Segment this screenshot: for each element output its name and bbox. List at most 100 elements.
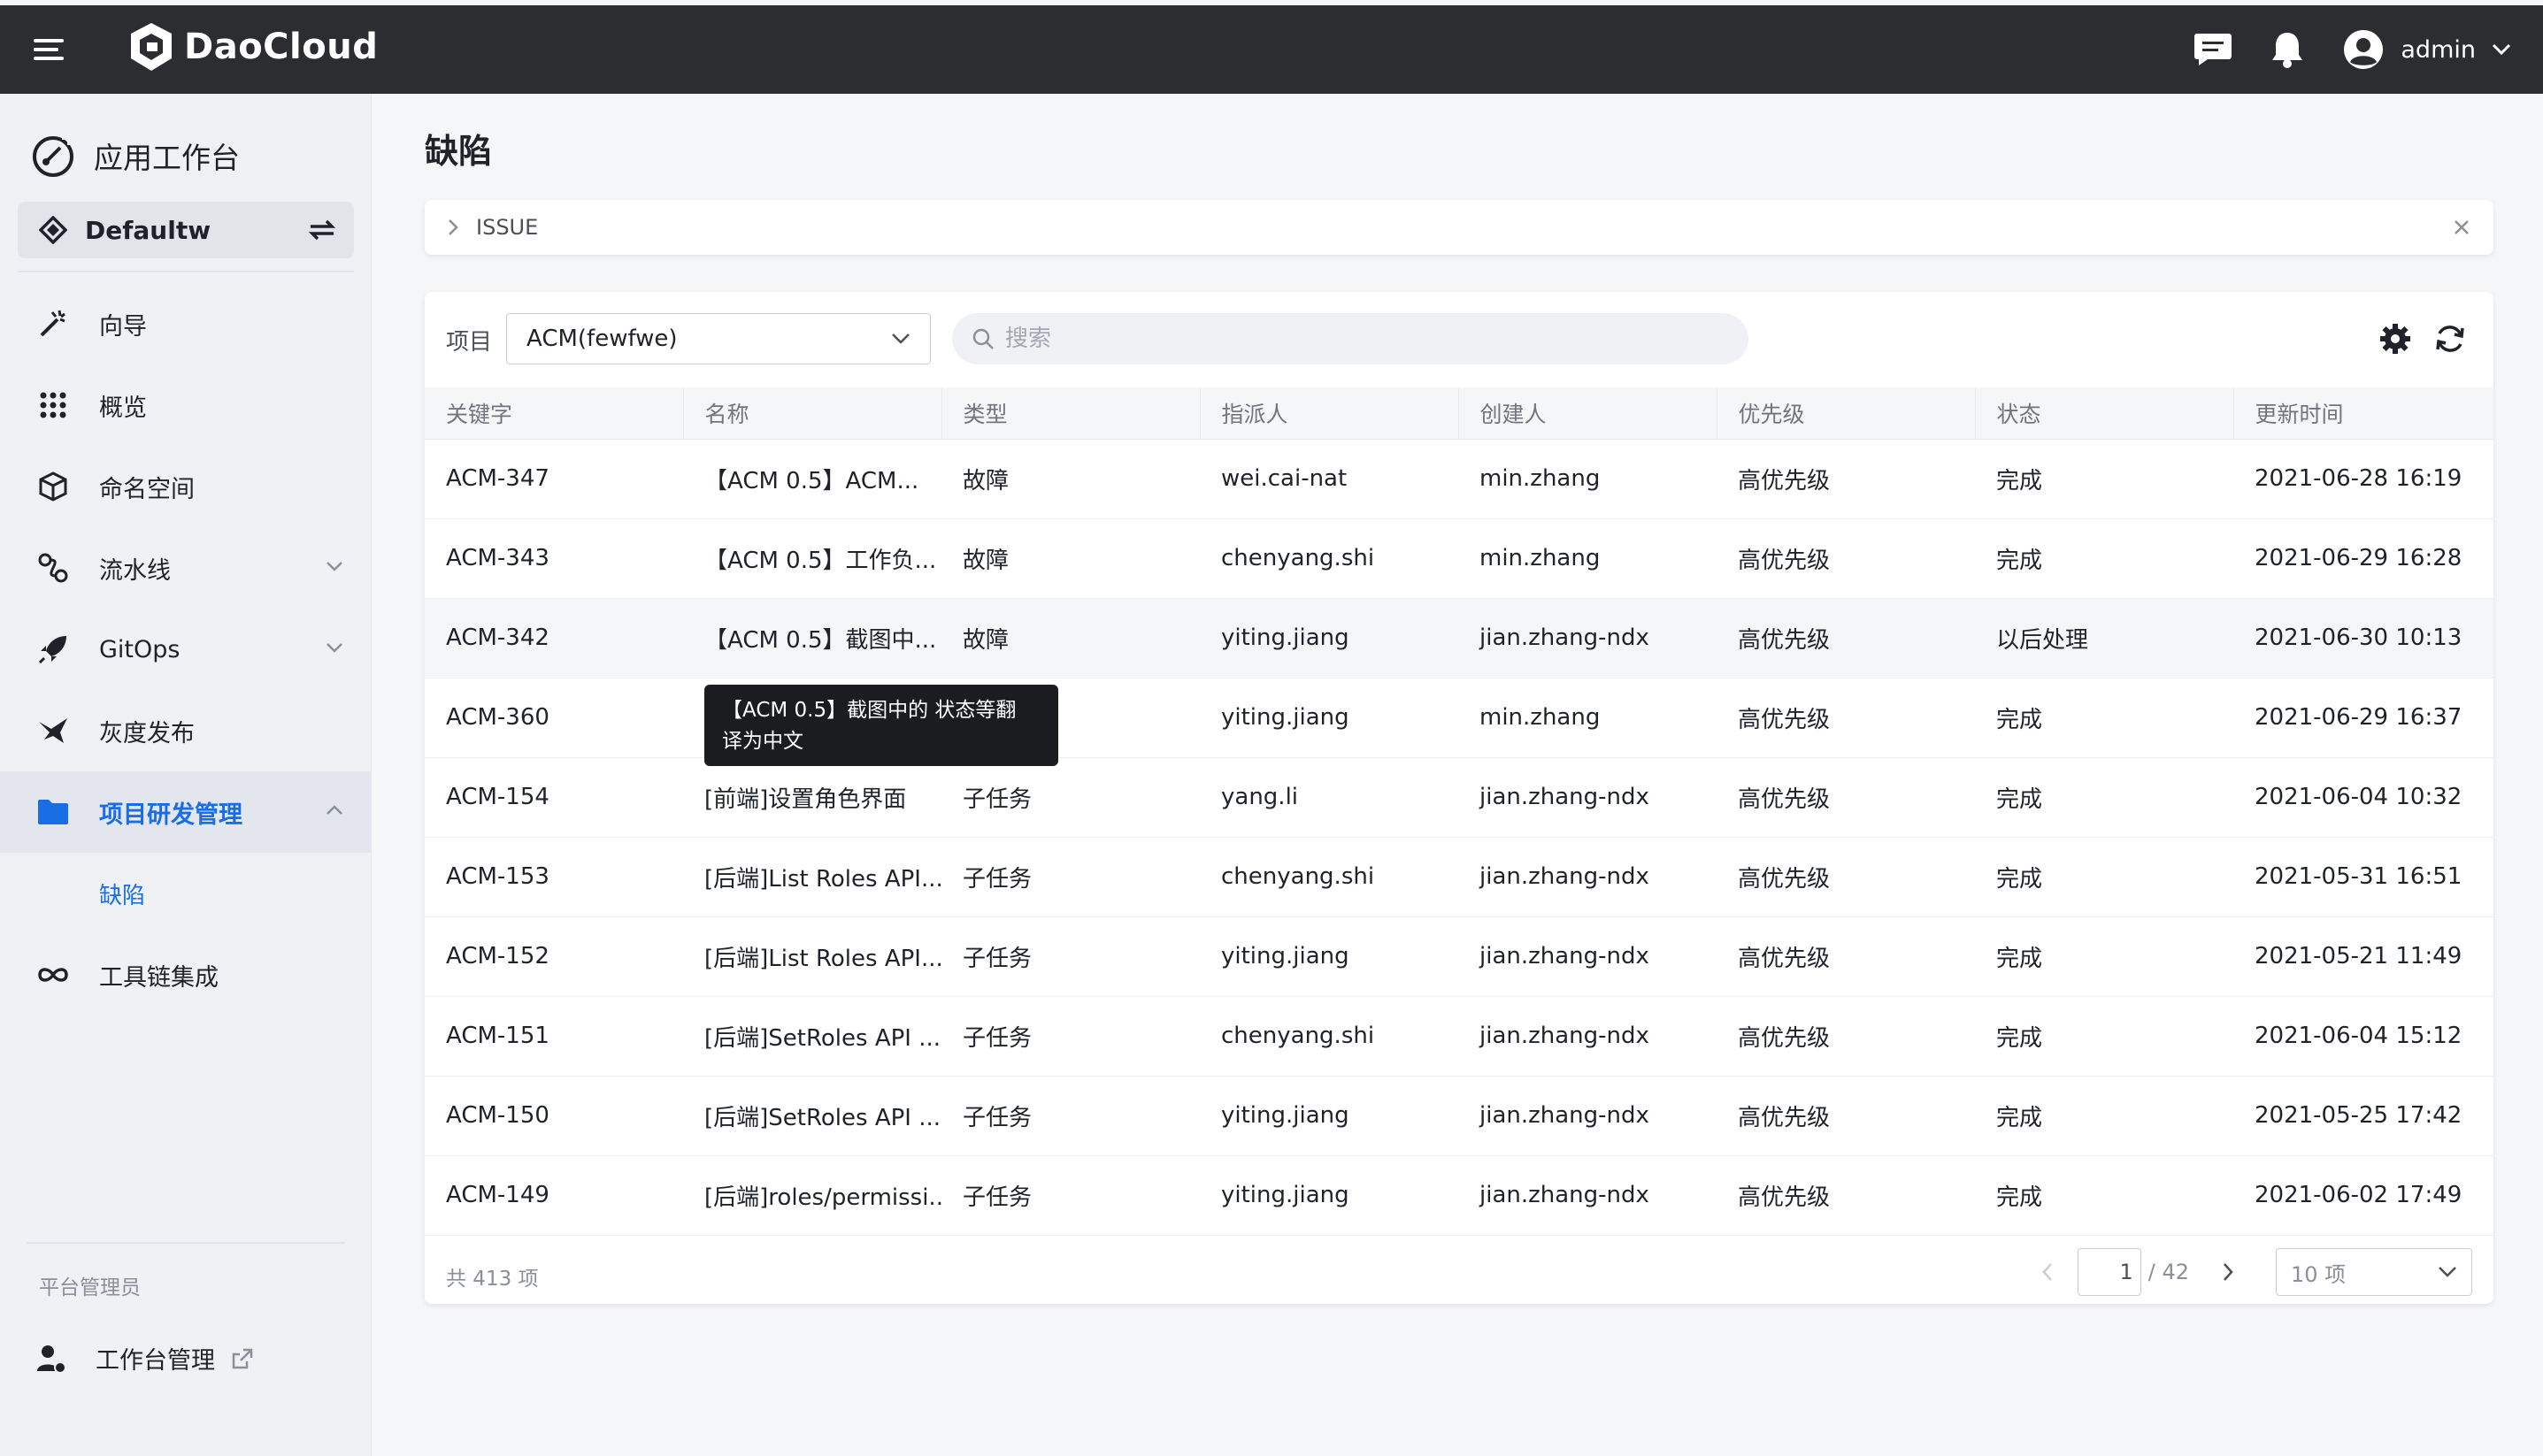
page-size-value: 10 项 xyxy=(2291,1261,2347,1287)
column-header[interactable]: 指派人 xyxy=(1200,387,1459,440)
table-cell: 2021-06-04 10:32 xyxy=(2233,757,2493,838)
table-cell[interactable]: [后端]roles/permissi... xyxy=(683,1155,941,1236)
close-icon[interactable] xyxy=(2453,218,2470,236)
table-cell: chenyang.shi xyxy=(1200,837,1458,917)
column-header[interactable]: 名称 xyxy=(683,387,942,440)
search-icon xyxy=(972,328,994,349)
table-cell: 完成 xyxy=(1975,439,2233,519)
table-cell[interactable]: 【ACM 0.5】截图中... xyxy=(683,598,941,678)
table-cell: 完成 xyxy=(1975,518,2233,599)
column-header[interactable]: 状态 xyxy=(1975,387,2234,440)
chevron-down-icon xyxy=(2492,43,2511,56)
column-header[interactable]: 更新时间 xyxy=(2233,387,2493,440)
workspace-selector[interactable]: Defaultw xyxy=(18,202,354,258)
sidebar-item-canary[interactable]: 灰度发布 xyxy=(0,690,372,771)
table-row[interactable]: ACM-154 [前端]设置角色界面 子任务 yang.li jian.zhang-nd… xyxy=(425,757,2493,838)
table-row[interactable]: ACM-343 【ACM 0.5】工作负... 故障 chenyang.shi min.… xyxy=(425,518,2493,599)
table-cell: 子任务 xyxy=(941,1155,1200,1236)
table-cell: 子任务 xyxy=(941,757,1200,838)
table-cell[interactable]: 【ACM 0.5】工作负... xyxy=(683,518,941,599)
menu-toggle-icon[interactable] xyxy=(34,37,69,62)
sidebar-item-gitops[interactable]: GitOps xyxy=(0,609,372,690)
table-cell: jian.zhang-ndx xyxy=(1458,837,1717,917)
search-box[interactable] xyxy=(952,313,1748,364)
table-cell: ACM-360 xyxy=(425,678,683,758)
table-cell[interactable]: [后端]SetRoles API ... xyxy=(683,1076,941,1156)
table-row[interactable]: ACM-152 [后端]List Roles API... 子任务 yiting.ji… xyxy=(425,916,2493,997)
sidebar-nav: 向导 概览 命名空间 流水线 GitOps 灰度发布 项目研发管理 缺陷 工具链… xyxy=(0,283,372,1015)
workbench-icon xyxy=(33,133,74,177)
table-row[interactable]: ACM-342 【ACM 0.5】截图中... 故障 yiting.jiang jian… xyxy=(425,598,2493,678)
external-link-icon xyxy=(232,1348,253,1368)
issue-table: 关键字 名称 类型 指派人 创建人 优先级 状态 更新时间 ACM-347 【AC… xyxy=(425,387,2493,1236)
table-cell: 子任务 xyxy=(941,996,1200,1077)
table-row[interactable]: ACM-151 [后端]SetRoles API ... 子任务 chenyang.s… xyxy=(425,996,2493,1077)
refresh-icon[interactable] xyxy=(2433,322,2467,359)
table-row[interactable]: ACM-153 [后端]List Roles API... 子任务 chenyang.… xyxy=(425,837,2493,917)
table-cell: 高优先级 xyxy=(1717,837,1975,917)
table-cell: ACM-153 xyxy=(425,837,683,917)
column-header[interactable]: 关键字 xyxy=(425,387,684,440)
logo-text: DaoCloud xyxy=(184,27,379,67)
chevron-down-icon xyxy=(327,562,342,571)
table-cell[interactable]: [前端]设置角色界面 xyxy=(683,757,941,838)
sidebar-item-namespace[interactable]: 命名空间 xyxy=(0,446,372,527)
search-input[interactable] xyxy=(1005,326,1713,352)
grid-icon xyxy=(35,387,71,423)
table-cell[interactable]: [后端]List Roles API... xyxy=(683,837,941,917)
table-cell: ACM-150 xyxy=(425,1076,683,1156)
switch-icon[interactable] xyxy=(308,218,336,242)
next-page-button[interactable] xyxy=(2207,1247,2249,1297)
page-size-select[interactable]: 10 项 xyxy=(2276,1248,2472,1296)
chevron-right-icon[interactable] xyxy=(448,218,458,236)
column-header[interactable]: 类型 xyxy=(941,387,1201,440)
project-select[interactable]: ACM(fewfwe) xyxy=(506,313,931,364)
table-cell: jian.zhang-ndx xyxy=(1458,598,1717,678)
sidebar-item-defects[interactable]: 缺陷 xyxy=(0,853,372,934)
rocket-icon xyxy=(35,632,71,667)
sidebar-item-overview[interactable]: 概览 xyxy=(0,364,372,446)
table-cell: 2021-05-21 11:49 xyxy=(2233,916,2493,997)
avatar-icon xyxy=(2344,30,2384,69)
table-cell[interactable]: [后端]SetRoles API ... xyxy=(683,996,941,1077)
sidebar-title[interactable]: 应用工作台 xyxy=(30,133,240,179)
table-cell: ACM-347 xyxy=(425,439,683,519)
breadcrumb: ISSUE xyxy=(425,200,2493,255)
page-number-input[interactable] xyxy=(2077,1248,2141,1296)
table-cell: 故障 xyxy=(941,598,1200,678)
table-cell: 2021-06-29 16:37 xyxy=(2233,678,2493,758)
sidebar-item-label: 工作台管理 xyxy=(96,1347,215,1375)
table-cell: 故障 xyxy=(941,518,1200,599)
sidebar-item-project-management[interactable]: 项目研发管理 xyxy=(0,771,372,853)
user-menu[interactable]: admin xyxy=(2342,28,2511,71)
sidebar-item-label: 概览 xyxy=(99,394,147,422)
table-row[interactable]: ACM-347 【ACM 0.5】ACM... 故障 wei.cai-nat min.z… xyxy=(425,439,2493,519)
logo[interactable]: DaoCloud xyxy=(127,21,378,73)
column-header[interactable]: 优先级 xyxy=(1717,387,1976,440)
table-cell[interactable]: 【ACM 0.5】ACM... xyxy=(683,439,941,519)
sidebar-divider xyxy=(18,271,354,272)
table-cell: 子任务 xyxy=(941,1076,1200,1156)
breadcrumb-item[interactable]: ISSUE xyxy=(476,215,2453,240)
table-toolbar: 项目 ACM(fewfwe) xyxy=(425,292,2493,387)
sidebar-item-workbench-admin[interactable]: 工作台管理 xyxy=(35,1341,254,1376)
total-count: 共 413 项 xyxy=(446,1268,539,1291)
column-header[interactable]: 创建人 xyxy=(1458,387,1717,440)
sidebar-item-guide[interactable]: 向导 xyxy=(0,283,372,364)
table-cell: 以后处理 xyxy=(1975,598,2233,678)
sidebar-item-label: 灰度发布 xyxy=(99,719,195,747)
table-cell: yiting.jiang xyxy=(1200,598,1458,678)
sidebar-item-pipeline[interactable]: 流水线 xyxy=(0,527,372,609)
message-icon[interactable] xyxy=(2193,32,2232,67)
pipeline-icon xyxy=(35,550,71,586)
sidebar-item-toolchain[interactable]: 工具链集成 xyxy=(0,934,372,1015)
table-cell[interactable]: [后端]List Roles API... xyxy=(683,916,941,997)
table-cell: yiting.jiang xyxy=(1200,678,1458,758)
bell-icon[interactable] xyxy=(2270,30,2305,69)
table-cell: 完成 xyxy=(1975,837,2233,917)
settings-gear-icon[interactable] xyxy=(2378,322,2412,359)
table-row[interactable]: ACM-150 [后端]SetRoles API ... 子任务 yiting.jia… xyxy=(425,1076,2493,1156)
prev-page-button[interactable] xyxy=(2026,1247,2069,1297)
table-row[interactable]: ACM-149 [后端]roles/permissi... 子任务 yiting.ji… xyxy=(425,1155,2493,1236)
daocloud-logo-icon xyxy=(131,23,172,71)
